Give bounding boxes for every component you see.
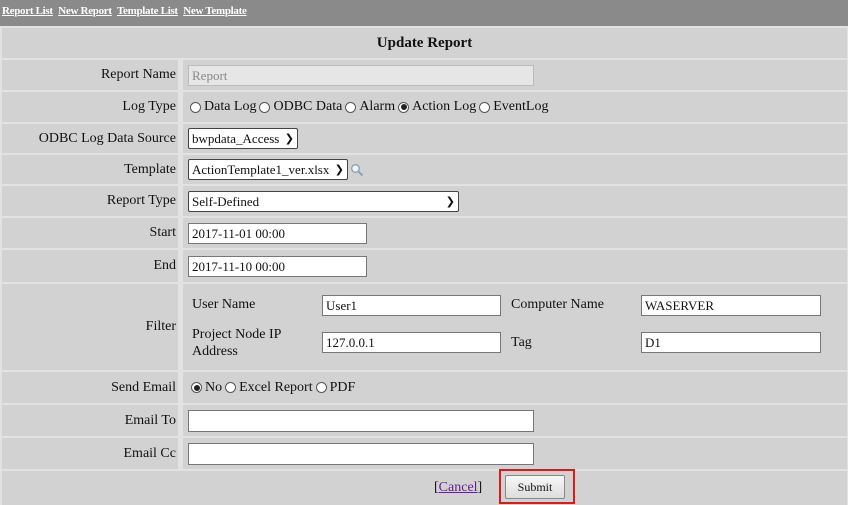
email-to-input[interactable]: [188, 409, 534, 432]
user-name-input[interactable]: User1: [322, 295, 501, 316]
radio-action-log-label: Action Log: [412, 99, 477, 114]
filter-label: Filter: [2, 284, 178, 370]
start-row: Start 2017-11-01 00:00: [0, 216, 848, 248]
update-report-form: Update Report Report Name Report Log Typ…: [0, 26, 848, 505]
title-row: Update Report: [0, 26, 848, 58]
template-value: ActionTemplate1_ver.xlsx: [192, 162, 330, 177]
end-label: End: [2, 250, 178, 282]
start-label: Start: [2, 218, 178, 248]
odbc-source-row: ODBC Log Data Source bwpdata_Access ❯: [0, 122, 848, 153]
search-icon[interactable]: [350, 163, 364, 177]
radio-eventlog-label: EventLog: [493, 99, 549, 114]
end-row: End 2017-11-10 00:00: [0, 248, 848, 282]
start-date-input[interactable]: 2017-11-01 00:00: [188, 222, 367, 244]
computer-name-label: Computer Name: [511, 297, 604, 312]
report-name-row: Report Name Report: [0, 58, 848, 90]
email-cc-label: Email Cc: [2, 438, 178, 469]
nav-report-list-link[interactable]: Report List: [2, 5, 53, 17]
log-type-option-data-log[interactable]: Data Log: [190, 99, 256, 115]
odbc-source-value: bwpdata_Access: [192, 131, 280, 146]
odbc-source-select[interactable]: bwpdata_Access ❯: [188, 128, 298, 149]
radio-data-log-label: Data Log: [204, 99, 257, 114]
report-type-value: Self-Defined: [192, 193, 260, 209]
log-type-option-action-log[interactable]: Action Log: [398, 99, 476, 115]
send-email-row: Send Email No Excel Report PDF: [0, 370, 848, 403]
email-to-label: Email To: [2, 405, 178, 436]
submit-button[interactable]: Submit: [505, 475, 565, 499]
project-node-ip-input[interactable]: 127.0.0.1: [322, 332, 501, 353]
log-type-row: Log Type Data Log ODBC Data Alarm Action…: [0, 90, 848, 122]
radio-data-log[interactable]: [190, 101, 201, 113]
nav-new-template-link[interactable]: New Template: [183, 5, 247, 17]
radio-odbc-data-label: ODBC Data: [273, 99, 343, 114]
report-type-row: Report Type Self-Defined ❯: [0, 184, 848, 216]
user-name-label: User Name: [192, 297, 256, 312]
page-title: Update Report: [2, 28, 847, 58]
email-cc-input[interactable]: [188, 442, 534, 465]
send-email-option-excel-report[interactable]: Excel Report: [225, 379, 313, 396]
radio-alarm[interactable]: [345, 101, 357, 113]
radio-eventlog[interactable]: [479, 101, 491, 113]
cancel-wrapper: [Cancel]: [434, 480, 483, 495]
project-node-ip-label-line1: Project Node IP: [192, 327, 282, 342]
log-type-option-eventlog[interactable]: EventLog: [479, 99, 548, 115]
radio-no[interactable]: [191, 382, 202, 393]
log-type-label: Log Type: [2, 92, 178, 122]
report-name-label: Report Name: [2, 60, 178, 90]
nav-template-list-link[interactable]: Template List: [117, 5, 178, 17]
cancel-link[interactable]: Cancel: [439, 480, 478, 495]
template-select[interactable]: ActionTemplate1_ver.xlsx ❯: [188, 159, 348, 180]
computer-name-input[interactable]: WASERVER: [641, 295, 821, 316]
radio-action-log[interactable]: [398, 101, 410, 113]
log-type-option-odbc-data[interactable]: ODBC Data: [259, 99, 342, 115]
report-name-field: Report: [188, 64, 534, 86]
project-node-ip-label-line2: Address: [192, 344, 238, 359]
send-email-option-no[interactable]: No: [191, 380, 222, 396]
chevron-down-icon: ❯: [284, 132, 294, 145]
radio-pdf-label: PDF: [329, 379, 356, 395]
chevron-down-icon: ❯: [445, 194, 455, 208]
chevron-down-icon: ❯: [334, 163, 344, 176]
odbc-source-label: ODBC Log Data Source: [2, 124, 178, 153]
end-date-input[interactable]: 2017-11-10 00:00: [188, 255, 367, 277]
send-email-option-pdf[interactable]: PDF: [315, 379, 356, 396]
top-nav-bar: Report List New Report Template List New…: [0, 0, 848, 26]
radio-odbc-data[interactable]: [259, 101, 271, 113]
tag-label: Tag: [511, 335, 532, 350]
template-label: Template: [2, 155, 178, 184]
email-cc-row: Email Cc: [0, 436, 848, 469]
nav-new-report-link[interactable]: New Report: [58, 5, 112, 17]
actions-cell: [Cancel] Submit: [2, 469, 847, 505]
radio-no-label: No: [205, 379, 223, 395]
template-row: Template ActionTemplate1_ver.xlsx ❯: [0, 153, 848, 184]
radio-excel-report-label: Excel Report: [239, 379, 313, 395]
tag-input[interactable]: D1: [641, 332, 821, 353]
radio-pdf[interactable]: [315, 382, 327, 393]
log-type-option-alarm[interactable]: Alarm: [345, 99, 395, 115]
radio-excel-report[interactable]: [225, 382, 237, 393]
report-type-label: Report Type: [2, 186, 178, 216]
report-type-select[interactable]: Self-Defined ❯: [188, 190, 459, 212]
radio-alarm-label: Alarm: [359, 99, 396, 114]
email-to-row: Email To: [0, 403, 848, 436]
actions-row: [Cancel] Submit: [0, 469, 848, 505]
filter-row: Filter User Name User1 Computer Name WAS…: [0, 282, 848, 370]
send-email-label: Send Email: [2, 372, 178, 403]
